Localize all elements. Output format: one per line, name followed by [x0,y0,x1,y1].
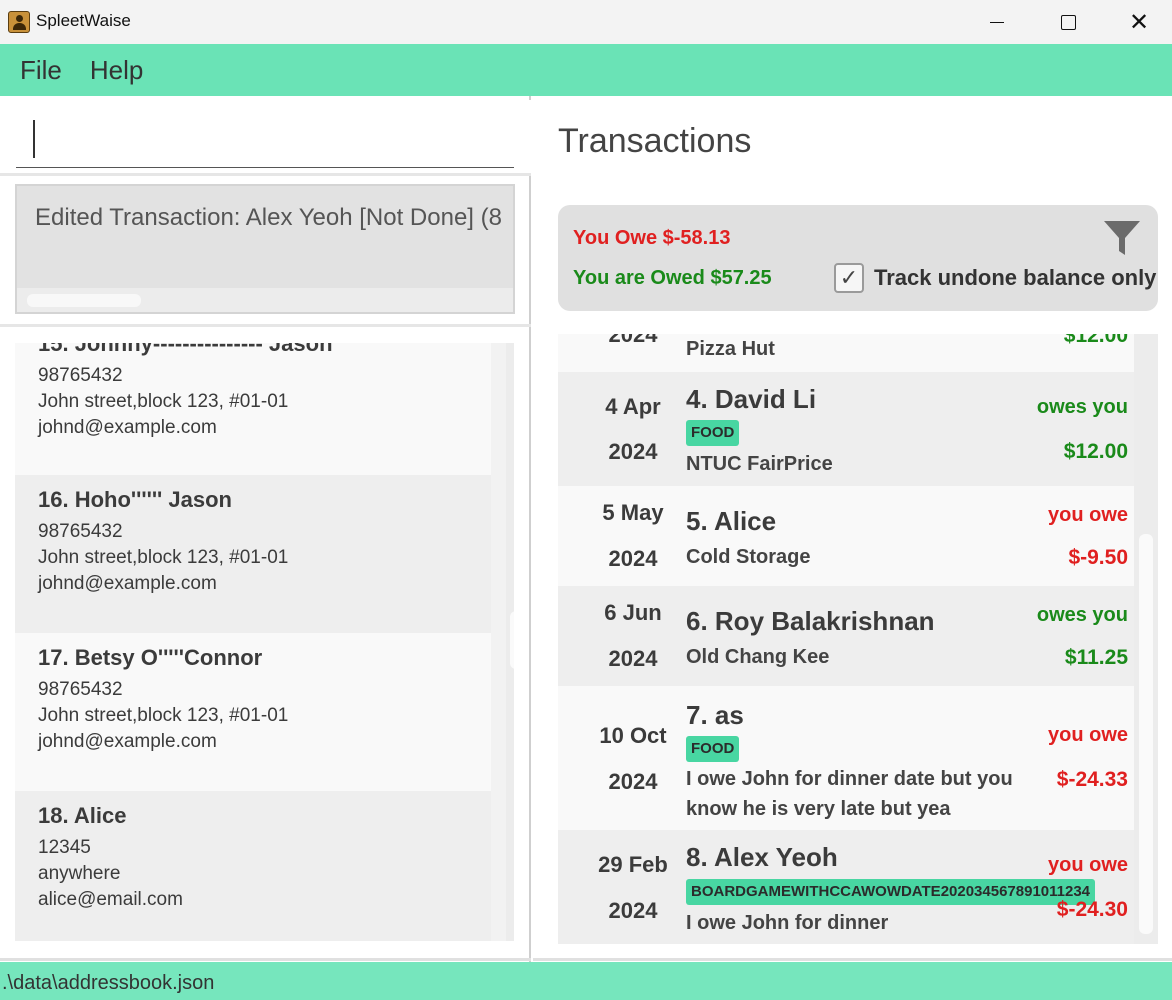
transactions-heading: Transactions [558,122,752,160]
result-display: Edited Transaction: Alex Yeoh [Not Done]… [15,184,515,314]
person-name: 17. Betsy O'''''Connor [38,645,263,670]
title-bar: SpleetWaise ✕ [0,0,1172,44]
transactions-panel: Transactions You Owe $-58.13 You are Owe… [533,96,1172,962]
person-phone: 12345 [38,837,91,858]
result-scrollbar[interactable] [17,288,513,312]
transaction-description: I owe John for dinner [686,912,889,934]
transaction-amount: $-24.33 [1056,768,1128,791]
person-card[interactable]: 18. Alice 12345 anywhere alice@email.com [15,791,491,941]
transaction-day: 29 Feb [598,852,668,877]
transaction-amount: $11.25 [1064,646,1128,669]
divider [0,324,531,327]
person-phone: 98765432 [38,365,123,386]
transaction-status: owes you [1036,604,1128,626]
transaction-description: I owe John for dinner date but you know … [686,768,1013,820]
transaction-amount: $-24.30 [1056,898,1128,921]
person-address: John street,block 123, #01-01 [38,705,289,726]
divider [0,958,531,961]
status-bar: .\data\addressbook.json [0,962,1172,1000]
track-undone-label: Track undone balance only [874,265,1157,290]
transaction-day: 6 Jun [604,600,662,625]
person-phone: 98765432 [38,521,123,542]
save-location-path: .\data\addressbook.json [2,972,215,994]
person-address: John street,block 123, #01-01 [38,391,289,412]
transaction-row[interactable]: 6 Jun 2024 6. Roy Balakrishnan Old Chang… [558,586,1134,686]
transaction-list: 2024 Pizza Hut $12.00 4 Apr 2024 4. Davi… [558,334,1158,944]
transaction-title: 5. Alice [686,506,777,536]
transaction-day: 4 Apr [605,394,661,419]
maximize-button[interactable] [1033,0,1103,44]
transaction-row[interactable]: 2024 Pizza Hut $12.00 [558,334,1134,372]
menu-file[interactable]: File [20,55,62,86]
transaction-tag: BOARDGAMEWITHCCAWOWDATE20203456789101123… [686,879,1096,905]
transaction-title: 8. Alex Yeoh [686,842,838,872]
track-undone-checkbox[interactable]: ✓ [834,263,864,293]
transaction-row[interactable]: 10 Oct 2024 7. as FOOD I owe John for di… [558,686,1134,830]
menu-help[interactable]: Help [90,55,143,86]
result-message: Edited Transaction: Alex Yeoh [Not Done]… [35,204,502,231]
transaction-row[interactable]: 4 Apr 2024 4. David Li FOOD NTUC FairPri… [558,372,1134,486]
person-card[interactable]: 16. Hoho'''''' Jason 98765432 John stree… [15,475,491,633]
transaction-day: 10 Oct [599,723,667,748]
transaction-row[interactable]: 29 Feb 2024 8. Alex Yeoh BOARDGAMEWITHCC… [558,830,1134,944]
transaction-tag: FOOD [686,736,740,762]
maximize-icon [1060,14,1076,30]
transaction-day: 5 May [602,500,664,525]
person-email: johnd@example.com [38,573,217,594]
transaction-status: you owe [1047,504,1128,526]
transaction-amount: $12.00 [1063,440,1128,463]
person-card[interactable]: 15. Johnny--------------- Jason 98765432… [15,343,491,475]
minimize-button[interactable] [962,0,1032,44]
person-phone: 98765432 [38,679,123,700]
transaction-row[interactable]: 5 May 2024 5. Alice Cold Storage you owe… [558,486,1134,586]
transaction-description: NTUC FairPrice [686,453,833,475]
person-name: 18. Alice [38,803,127,828]
text-caret [33,120,35,158]
transaction-status: owes you [1036,396,1128,418]
person-list-scrollbar[interactable] [506,343,514,941]
person-list-scrollbar-thumb[interactable] [510,611,514,669]
you-owe-total: You Owe $-58.13 [573,227,731,249]
transaction-amount: $12.00 [1063,334,1128,347]
person-email: johnd@example.com [38,417,217,438]
transaction-description: Cold Storage [686,546,811,568]
track-undone-toggle[interactable]: ✓ Track undone balance only [834,263,1156,293]
transaction-description: Pizza Hut [686,338,775,360]
window-title: SpleetWaise [36,11,131,30]
command-input[interactable] [16,114,514,168]
divider [533,958,1172,961]
menu-bar: File Help [0,44,1172,96]
close-icon: ✕ [1128,8,1150,36]
transaction-description: Old Chang Kee [686,646,830,668]
transaction-tag: FOOD [686,420,740,446]
person-address: anywhere [38,863,121,884]
close-button[interactable]: ✕ [1104,0,1172,44]
transaction-title: 4. David Li [686,384,817,414]
person-name: 15. Johnny--------------- Jason [38,343,333,356]
person-email: johnd@example.com [38,731,217,752]
result-scrollbar-thumb[interactable] [27,294,141,307]
minimize-icon [990,21,1004,23]
filter-funnel-icon[interactable] [1102,217,1142,259]
app-icon [8,11,30,33]
person-name: 16. Hoho'''''' Jason [38,487,232,512]
person-list: 15. Johnny--------------- Jason 98765432… [15,343,514,941]
balance-summary: You Owe $-58.13 You are Owed $57.25 ✓ Tr… [558,205,1158,311]
person-card[interactable]: 17. Betsy O'''''Connor 98765432 John str… [15,633,491,791]
person-email: alice@email.com [38,889,183,910]
transaction-list-scrollbar[interactable] [1134,334,1158,944]
command-box [0,100,531,176]
transaction-amount: $-9.50 [1068,546,1128,569]
transaction-title: 7. as [686,700,744,730]
transaction-title: 6. Roy Balakrishnan [686,606,935,636]
left-panel: Edited Transaction: Alex Yeoh [Not Done]… [0,96,531,962]
transaction-status: you owe [1047,724,1128,746]
you-are-owed-total: You are Owed $57.25 [573,267,772,289]
transaction-list-scrollbar-thumb[interactable] [1139,534,1153,934]
transaction-status: you owe [1047,854,1128,876]
person-address: John street,block 123, #01-01 [38,547,289,568]
